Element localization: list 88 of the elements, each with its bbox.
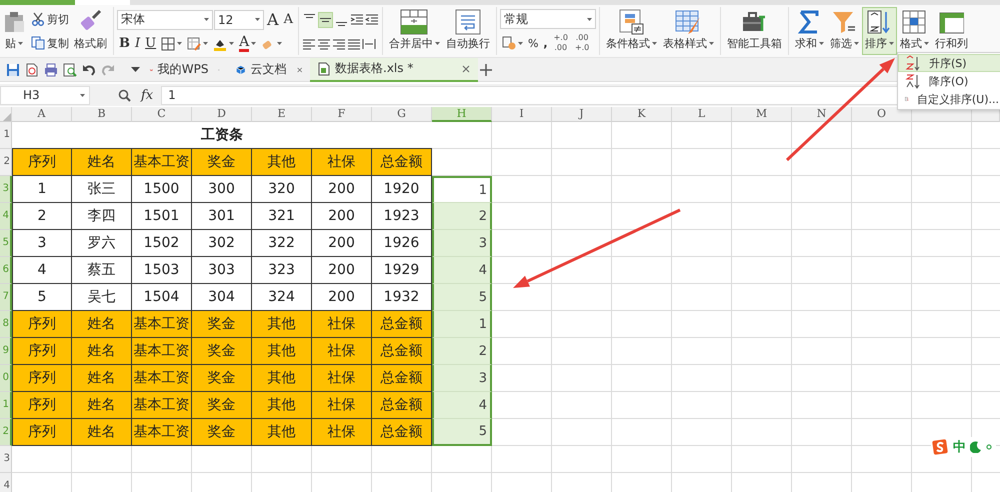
table-cell: 2	[432, 203, 492, 230]
header-cell: 其他	[252, 338, 312, 365]
table-cell: 303	[192, 257, 252, 284]
header-cell: 奖金	[192, 392, 252, 419]
table-cell: 1500	[132, 176, 192, 203]
table-cell: 1923	[372, 203, 432, 230]
table-title: 工资条	[12, 122, 432, 149]
header-cell: 总金额	[372, 311, 432, 338]
table-cell: 1504	[132, 284, 192, 311]
header-cell: 基本工资	[132, 392, 192, 419]
header-cell: 姓名	[72, 392, 132, 419]
header-cell: 其他	[252, 149, 312, 176]
header-cell: 社保	[312, 149, 372, 176]
table-cell: 5	[432, 419, 492, 446]
table-cell: 301	[192, 203, 252, 230]
header-cell: 总金额	[372, 392, 432, 419]
table-cell: 1926	[372, 230, 432, 257]
header-cell: 其他	[252, 419, 312, 446]
header-cell: 奖金	[192, 149, 252, 176]
table-cell: 3	[432, 230, 492, 257]
table-cell: 200	[312, 230, 372, 257]
table-cell: 5	[432, 284, 492, 311]
table-cell: 1501	[132, 203, 192, 230]
table-cell: 3	[12, 230, 72, 257]
table-cell: 4	[12, 257, 72, 284]
header-cell: 总金额	[372, 365, 432, 392]
table-cell: 304	[192, 284, 252, 311]
header-cell: 序列	[12, 419, 72, 446]
table-cell: 1932	[372, 284, 432, 311]
table-cell: 4	[432, 257, 492, 284]
header-cell: 总金额	[372, 149, 432, 176]
table-cell: 蔡五	[72, 257, 132, 284]
table-cell: 200	[312, 257, 372, 284]
header-cell: 奖金	[192, 338, 252, 365]
table-cell: 罗六	[72, 230, 132, 257]
header-cell: 社保	[312, 392, 372, 419]
header-cell: 姓名	[72, 419, 132, 446]
header-cell: 奖金	[192, 311, 252, 338]
header-cell: 社保	[312, 338, 372, 365]
table-cell: 1	[432, 176, 492, 203]
table-cell: 200	[312, 203, 372, 230]
table-cell: 322	[252, 230, 312, 257]
header-cell: 姓名	[72, 311, 132, 338]
table-cell: 5	[12, 284, 72, 311]
header-cell: 总金额	[372, 419, 432, 446]
header-cell: 姓名	[72, 338, 132, 365]
header-cell: 社保	[312, 365, 372, 392]
header-cell: 社保	[312, 311, 372, 338]
header-cell: 姓名	[72, 149, 132, 176]
table-cell: 2	[12, 203, 72, 230]
header-cell: 基本工资	[132, 149, 192, 176]
table-cell: 吴七	[72, 284, 132, 311]
header-cell: 序列	[12, 365, 72, 392]
header-cell: 其他	[252, 392, 312, 419]
header-cell: 社保	[312, 419, 372, 446]
table-cell: 4	[432, 392, 492, 419]
header-cell: 序列	[12, 149, 72, 176]
table-cell: 1929	[372, 257, 432, 284]
table-cell: 200	[312, 176, 372, 203]
header-cell: 序列	[12, 392, 72, 419]
header-cell: 序列	[12, 338, 72, 365]
table-cell: 李四	[72, 203, 132, 230]
table-cell: 3	[432, 365, 492, 392]
header-cell: 总金额	[372, 338, 432, 365]
table-cell: 200	[312, 284, 372, 311]
table-cell: 1	[432, 311, 492, 338]
header-cell: 基本工资	[132, 419, 192, 446]
table-cell: 1	[12, 176, 72, 203]
header-cell: 序列	[12, 311, 72, 338]
header-cell: 其他	[252, 365, 312, 392]
table-cell: 324	[252, 284, 312, 311]
table-cell: 323	[252, 257, 312, 284]
table-cell: 1503	[132, 257, 192, 284]
header-cell: 奖金	[192, 365, 252, 392]
header-cell: 奖金	[192, 419, 252, 446]
table-cell: 300	[192, 176, 252, 203]
header-cell: 基本工资	[132, 311, 192, 338]
table-cell: 张三	[72, 176, 132, 203]
header-cell: 其他	[252, 311, 312, 338]
table-cell: 2	[432, 338, 492, 365]
table-cell: 320	[252, 176, 312, 203]
table-cell: 302	[192, 230, 252, 257]
header-cell: 基本工资	[132, 338, 192, 365]
table-cell: 1920	[372, 176, 432, 203]
table-cell: 1502	[132, 230, 192, 257]
header-cell: 基本工资	[132, 365, 192, 392]
table-cell: 321	[252, 203, 312, 230]
header-cell: 姓名	[72, 365, 132, 392]
